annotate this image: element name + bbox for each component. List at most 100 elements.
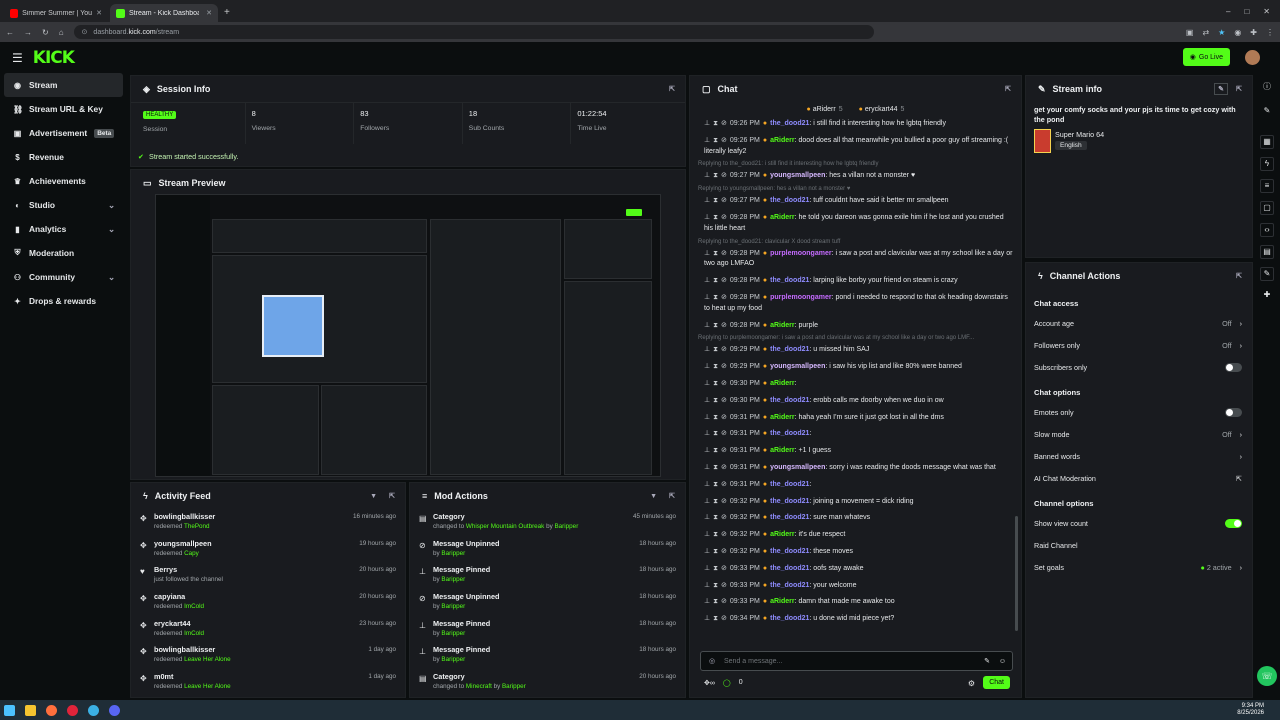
home-icon[interactable]: ⌂ [59, 28, 64, 37]
activity-row[interactable]: ♥ Berrys just followed the channel 20 hours… [131, 562, 405, 589]
timeout-icon[interactable]: ⧗ [713, 498, 718, 505]
ban-icon[interactable]: ⊘ [721, 548, 727, 555]
code-icon[interactable]: ‹› [1260, 223, 1274, 237]
info-icon[interactable]: ⓘ [1260, 81, 1274, 95]
add-widget-icon[interactable]: ✚ [1260, 289, 1274, 303]
timeout-icon[interactable]: ⧗ [713, 120, 718, 127]
timeout-icon[interactable]: ⧗ [713, 380, 718, 387]
chat-username[interactable]: youngsmallpeen [770, 363, 825, 370]
chat-message[interactable]: ⊥ ⧗ ⊘ 09:28 PM ● purplemoongamer: pond i need… [690, 290, 1021, 318]
ban-icon[interactable]: ⊘ [721, 322, 727, 329]
ban-icon[interactable]: ⊘ [721, 481, 727, 488]
setting-subscribers-only[interactable]: Subscribers only [1026, 356, 1252, 378]
user-avatar[interactable] [1245, 50, 1260, 65]
chat-username[interactable]: the_dood21 [770, 548, 809, 555]
activity-row[interactable]: ✥ m0mt redeemed Leave Her Alone 1 day ago [131, 669, 405, 696]
hamburger-icon[interactable]: ☰ [12, 51, 23, 65]
maximize-icon[interactable]: □ [1244, 7, 1249, 16]
minimize-icon[interactable]: – [1226, 7, 1230, 16]
chat-message[interactable]: ⊥ ⧗ ⊘ 09:34 PM ● the_dood21: u done wid mid p… [690, 611, 1021, 628]
sidebar-item-community[interactable]: ⚇ Community ⌄ [0, 265, 127, 289]
chat-message[interactable]: ⊥ ⧗ ⊘ 09:27 PM ● youngsmallpeen: hes a villan… [690, 168, 1021, 185]
mod-action-row[interactable]: ⊥ Message Pinned by Baripper 18 hours ago [410, 562, 685, 589]
profile-icon[interactable]: ◉ [1234, 28, 1241, 37]
ban-icon[interactable]: ⊘ [721, 197, 727, 204]
chat-send-button[interactable]: Chat [983, 676, 1010, 689]
translate-icon[interactable]: ⇄ [1202, 28, 1209, 37]
setting-set-goals[interactable]: Set goals ● 2 active › [1026, 556, 1252, 578]
mod-action-row[interactable]: ▤ Category changed to Minecraft by Barippe… [410, 669, 685, 696]
edge-icon[interactable] [88, 704, 99, 716]
emoji-left-icon[interactable]: ◎ [709, 657, 715, 665]
chat-message[interactable]: ⊥ ⧗ ⊘ 09:31 PM ● the_dood21: [690, 426, 1021, 443]
back-icon[interactable]: ← [6, 28, 14, 37]
chat-username[interactable]: the_dood21 [770, 277, 809, 284]
extensions-icon[interactable]: ✚ [1250, 28, 1257, 37]
chat-message[interactable]: ⊥ ⧗ ⊘ 09:32 PM ● the_dood21: sure man whatevs [690, 510, 1021, 527]
top-chatter[interactable]: ● aRiderr 5 [807, 106, 843, 113]
mod-action-row[interactable]: ▤ Category changed to Whisper Mountain Out… [410, 509, 685, 536]
ban-icon[interactable]: ⊘ [721, 447, 727, 454]
ban-icon[interactable]: ⊘ [721, 615, 727, 622]
bookmark-star-icon[interactable]: ★ [1218, 28, 1225, 37]
ban-icon[interactable]: ⊘ [721, 430, 727, 437]
popout-icon[interactable]: ⇱ [389, 492, 395, 500]
ban-icon[interactable]: ⊘ [721, 214, 727, 221]
pin-message-icon[interactable]: ⊥ [704, 214, 710, 221]
edit-icon[interactable]: ✎ [1214, 83, 1228, 95]
setting-raid-channel[interactable]: Raid Channel [1026, 534, 1252, 556]
toggle-switch[interactable] [1225, 518, 1242, 528]
setting-followers-only[interactable]: Followers only Off › [1026, 334, 1252, 356]
timeout-icon[interactable]: ⧗ [713, 531, 718, 538]
screenshot-icon[interactable]: ▣ [1186, 28, 1194, 37]
toggle-switch[interactable] [1225, 407, 1242, 417]
filter-icon[interactable]: ▼ [650, 493, 657, 500]
setting-account-age[interactable]: Account age Off › [1026, 312, 1252, 334]
chat-message[interactable]: ⊥ ⧗ ⊘ 09:31 PM ● aRiderr: haha yeah I'm sure … [690, 410, 1021, 427]
timeout-icon[interactable]: ⧗ [713, 598, 718, 605]
chat-message[interactable]: ⊥ ⧗ ⊘ 09:30 PM ● the_dood21: erobb calls me d… [690, 393, 1021, 410]
pin-message-icon[interactable]: ⊥ [704, 447, 710, 454]
chat-message[interactable]: ⊥ ⧗ ⊘ 09:31 PM ● youngsmallpeen: sorry i was … [690, 460, 1021, 477]
activity-row[interactable]: ✥ capyiana redeemed ImCold 20 hours ago [131, 589, 405, 616]
timeout-icon[interactable]: ⧗ [713, 414, 718, 421]
chat-message-input[interactable]: ◎ Send a message... ✎ ☺ [700, 651, 1013, 671]
activity-row[interactable]: ✥ eryckart44 redeemed ImCold 23 hours ago [131, 616, 405, 643]
chat-message[interactable]: ⊥ ⧗ ⊘ 09:33 PM ● aRiderr: damn that made me a… [690, 594, 1021, 611]
timeout-icon[interactable]: ⧗ [713, 172, 718, 179]
chat-message[interactable]: ⊥ ⧗ ⊘ 09:29 PM ● youngsmallpeen: i saw his vi… [690, 359, 1021, 376]
pin-message-icon[interactable]: ⊥ [704, 277, 710, 284]
chat-username[interactable]: the_dood21 [770, 120, 809, 127]
chat-message[interactable]: ⊥ ⧗ ⊘ 09:28 PM ● purplemoongamer: i saw a pos… [690, 246, 1021, 274]
chat-username[interactable]: aRiderr [770, 322, 795, 329]
chat-message[interactable]: ⊥ ⧗ ⊘ 09:33 PM ● the_dood21: oofs stay awake [690, 561, 1021, 578]
chat-settings-icon[interactable]: ⚙ [968, 679, 975, 688]
wrench-rail-icon[interactable]: ✎ [1260, 267, 1274, 281]
ban-icon[interactable]: ⊘ [721, 277, 727, 284]
timeout-icon[interactable]: ⧗ [713, 514, 718, 521]
chat-username[interactable]: youngsmallpeen [770, 464, 825, 471]
url-field[interactable]: ⊙ dashboard.kick.com/stream [73, 25, 874, 39]
pin-message-icon[interactable]: ⊥ [704, 414, 710, 421]
chat-message[interactable]: ⊥ ⧗ ⊘ 09:28 PM ● aRiderr: purple [690, 318, 1021, 335]
opera-icon[interactable] [67, 704, 78, 716]
ban-icon[interactable]: ⊘ [721, 582, 727, 589]
chat-message[interactable]: ⊥ ⧗ ⊘ 09:26 PM ● aRiderr: dood does all that … [690, 133, 1021, 161]
chat-scrollbar[interactable] [1015, 516, 1018, 631]
chat-username[interactable]: the_dood21 [770, 197, 809, 204]
pin-message-icon[interactable]: ⊥ [704, 498, 710, 505]
browser-icon[interactable] [46, 704, 57, 716]
chat-message[interactable]: ⊥ ⧗ ⊘ 09:30 PM ● aRiderr: [690, 376, 1021, 393]
chat-message[interactable]: ⊥ ⧗ ⊘ 09:28 PM ● aRiderr: he told you dareon … [690, 210, 1021, 238]
ban-icon[interactable]: ⊘ [721, 346, 727, 353]
file-explorer-icon[interactable] [25, 704, 36, 716]
sidebar-item-analytics[interactable]: ▮ Analytics ⌄ [0, 217, 127, 241]
filter-icon[interactable]: ▼ [370, 493, 377, 500]
timeout-icon[interactable]: ⧗ [713, 294, 718, 301]
kick-logo[interactable]: KICK [33, 48, 75, 68]
pin-message-icon[interactable]: ⊥ [704, 615, 710, 622]
go-live-button[interactable]: ◉ Go Live [1182, 48, 1230, 66]
pin-message-icon[interactable]: ⊥ [704, 294, 710, 301]
chat-username[interactable]: aRiderr [770, 380, 795, 387]
sidebar-item-drops-rewards[interactable]: ✦ Drops & rewards [0, 289, 127, 313]
